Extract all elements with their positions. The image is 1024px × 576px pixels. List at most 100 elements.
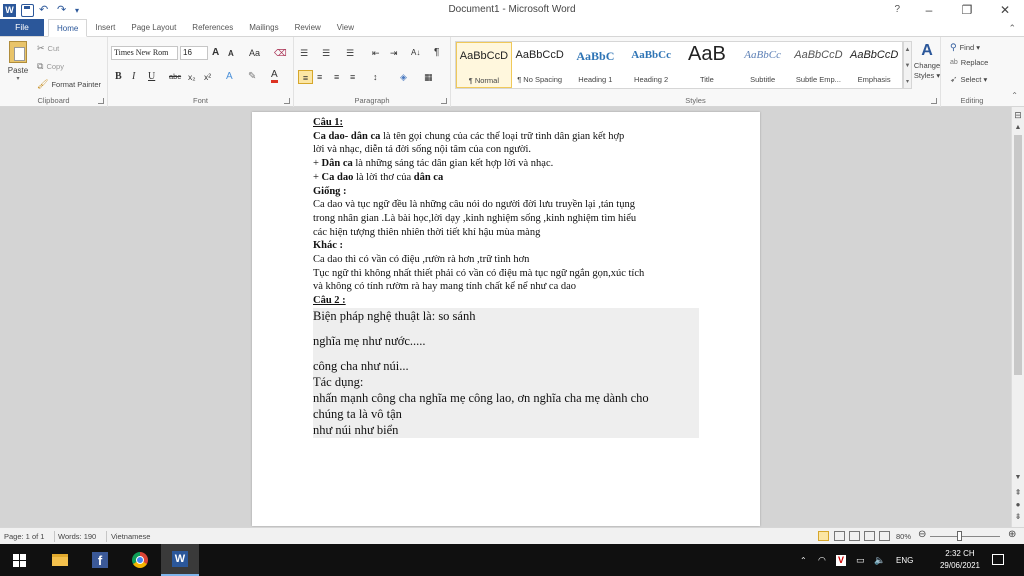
page-count[interactable]: Page: 1 of 1 (4, 532, 44, 541)
paste-dropdown-icon[interactable]: ▾ (5, 75, 31, 82)
text-effects-icon[interactable]: A (226, 70, 233, 84)
tab-view[interactable]: View (329, 19, 362, 36)
subscript-button[interactable]: x₂ (188, 70, 196, 84)
taskbar-clock[interactable]: 2:32 CH 29/06/2021 (940, 548, 980, 572)
italic-button[interactable]: I (132, 70, 135, 84)
zoom-level[interactable]: 80% (896, 532, 911, 541)
justify-icon[interactable]: ≡ (350, 70, 355, 84)
taskbar-word[interactable]: W (161, 544, 199, 576)
scroll-thumb[interactable] (1014, 135, 1022, 375)
font-color-button[interactable]: A (271, 69, 278, 83)
help-icon[interactable]: ? (894, 4, 900, 15)
align-left-icon[interactable]: ≡ (298, 70, 313, 84)
word-logo-icon[interactable]: W (3, 3, 16, 17)
tab-file[interactable]: File (0, 19, 44, 36)
shrink-font-button[interactable]: A (228, 47, 234, 61)
font-size-select[interactable]: 16 (180, 46, 208, 60)
style-item[interactable]: AaBbCcD ¶ Normal (456, 42, 512, 88)
previous-page-icon[interactable]: ⇞ (1012, 488, 1024, 497)
styles-launcher-icon[interactable] (931, 98, 937, 104)
style-item[interactable]: AaBbCcD Emphasis (846, 42, 902, 88)
draft-icon[interactable] (879, 531, 890, 541)
battery-icon[interactable]: ▭ (856, 544, 865, 576)
next-page-icon[interactable]: ⇟ (1012, 512, 1024, 521)
sort-icon[interactable]: A↓ (411, 46, 420, 60)
font-name-select[interactable]: Times New Rom (111, 46, 178, 60)
browse-object-icon[interactable]: ● (1012, 500, 1024, 509)
increase-indent-icon[interactable]: ⇥ (390, 46, 398, 60)
document-body[interactable]: Câu 1: Ca dao- dân ca là tên gọi chung củ… (313, 116, 699, 438)
minimize-button[interactable]: – (910, 0, 948, 20)
clipboard-launcher-icon[interactable] (98, 98, 104, 104)
highlight-icon[interactable]: ✎ (248, 70, 256, 84)
borders-icon[interactable]: ▦ (424, 70, 433, 84)
tab-references[interactable]: References (184, 19, 241, 36)
styles-scroll[interactable]: ▲ ▼ ▾ (903, 41, 912, 89)
grow-font-button[interactable]: A (212, 46, 219, 60)
word-count[interactable]: Words: 190 (58, 532, 96, 541)
cut-button[interactable]: ✂ Cut (37, 43, 59, 54)
numbering-icon[interactable]: ☰ (322, 46, 330, 60)
style-item[interactable]: AaB Title (679, 42, 735, 88)
unikey-icon[interactable]: V (836, 544, 847, 576)
tab-mailings[interactable]: Mailings (241, 19, 286, 36)
customize-qat-icon[interactable]: ▾ (75, 4, 88, 17)
style-item[interactable]: AaBbC Heading 1 (568, 42, 624, 88)
line-spacing-icon[interactable]: ↕ (373, 70, 378, 84)
start-button[interactable] (0, 544, 38, 576)
decrease-indent-icon[interactable]: ⇤ (372, 46, 380, 60)
ruler-toggle-icon[interactable]: ⊟ (1012, 110, 1024, 121)
clear-formatting-icon[interactable]: ⌫ (274, 46, 287, 60)
ribbon-collapse-icon[interactable]: ⌃ (1008, 23, 1016, 34)
format-painter-button[interactable]: 🖌 Format Painter (37, 79, 101, 90)
select-button[interactable]: ➹ Select ▾ (950, 74, 987, 85)
align-center-icon[interactable]: ≡ (317, 70, 322, 84)
style-item[interactable]: AaBbCcD Subtle Emp... (791, 42, 847, 88)
tab-page-layout[interactable]: Page Layout (123, 19, 184, 36)
close-button[interactable]: ✕ (986, 0, 1024, 20)
find-button[interactable]: ⚲ Find ▾ (950, 42, 980, 53)
underline-button[interactable]: U (148, 70, 155, 84)
style-item[interactable]: AaBbCc Subtitle (735, 42, 791, 88)
save-icon[interactable] (21, 3, 34, 17)
tab-home[interactable]: Home (48, 19, 88, 37)
zoom-out-icon[interactable]: ⊖ (918, 529, 926, 540)
vertical-scrollbar[interactable]: ⊟ ▲ ▼ ⇞ ● ⇟ (1011, 107, 1024, 527)
copy-button[interactable]: ⧉ Copy (37, 61, 64, 72)
network-icon[interactable]: ◠ (818, 544, 826, 576)
strikethrough-button[interactable]: abc (169, 70, 181, 84)
scroll-down-icon[interactable]: ▼ (1012, 474, 1024, 481)
input-language[interactable]: ENG (896, 544, 913, 576)
redo-icon[interactable]: ↷ (57, 4, 70, 17)
collapse-ribbon-icon[interactable]: ⌃ (1011, 91, 1018, 100)
volume-icon[interactable]: 🔈 (874, 544, 885, 576)
tab-review[interactable]: Review (287, 19, 329, 36)
taskbar-file-explorer[interactable] (41, 544, 79, 576)
shading-icon[interactable]: ◈ (400, 70, 407, 84)
change-styles-button[interactable]: A Change Styles ▾ (913, 41, 941, 81)
full-screen-reading-icon[interactable] (834, 531, 845, 541)
bullets-icon[interactable]: ☰ (300, 46, 308, 60)
bold-button[interactable]: B (115, 70, 122, 84)
tab-insert[interactable]: Insert (87, 19, 123, 36)
taskbar-facebook[interactable]: f (81, 544, 119, 576)
restore-button[interactable]: ❐ (948, 0, 986, 20)
align-right-icon[interactable]: ≡ (334, 70, 339, 84)
zoom-slider[interactable] (930, 536, 1000, 537)
paste-button[interactable]: Paste ▾ (5, 41, 31, 82)
change-case-button[interactable]: Aa (249, 46, 260, 60)
notification-icon[interactable] (992, 554, 1004, 565)
style-item[interactable]: AaBbCc Heading 2 (623, 42, 679, 88)
zoom-in-icon[interactable]: ⊕ (1008, 529, 1016, 540)
replace-button[interactable]: ab Replace (950, 58, 988, 67)
show-hidden-icons[interactable]: ⌃ (800, 544, 807, 576)
outline-icon[interactable] (864, 531, 875, 541)
superscript-button[interactable]: x² (204, 70, 211, 84)
scroll-up-icon[interactable]: ▲ (1012, 124, 1024, 131)
style-item[interactable]: AaBbCcD ¶ No Spacing (512, 42, 568, 88)
show-hide-icon[interactable]: ¶ (434, 46, 439, 60)
taskbar-chrome[interactable] (121, 544, 159, 576)
font-launcher-icon[interactable] (284, 98, 290, 104)
zoom-slider-thumb[interactable] (957, 531, 962, 541)
web-layout-icon[interactable] (849, 531, 860, 541)
